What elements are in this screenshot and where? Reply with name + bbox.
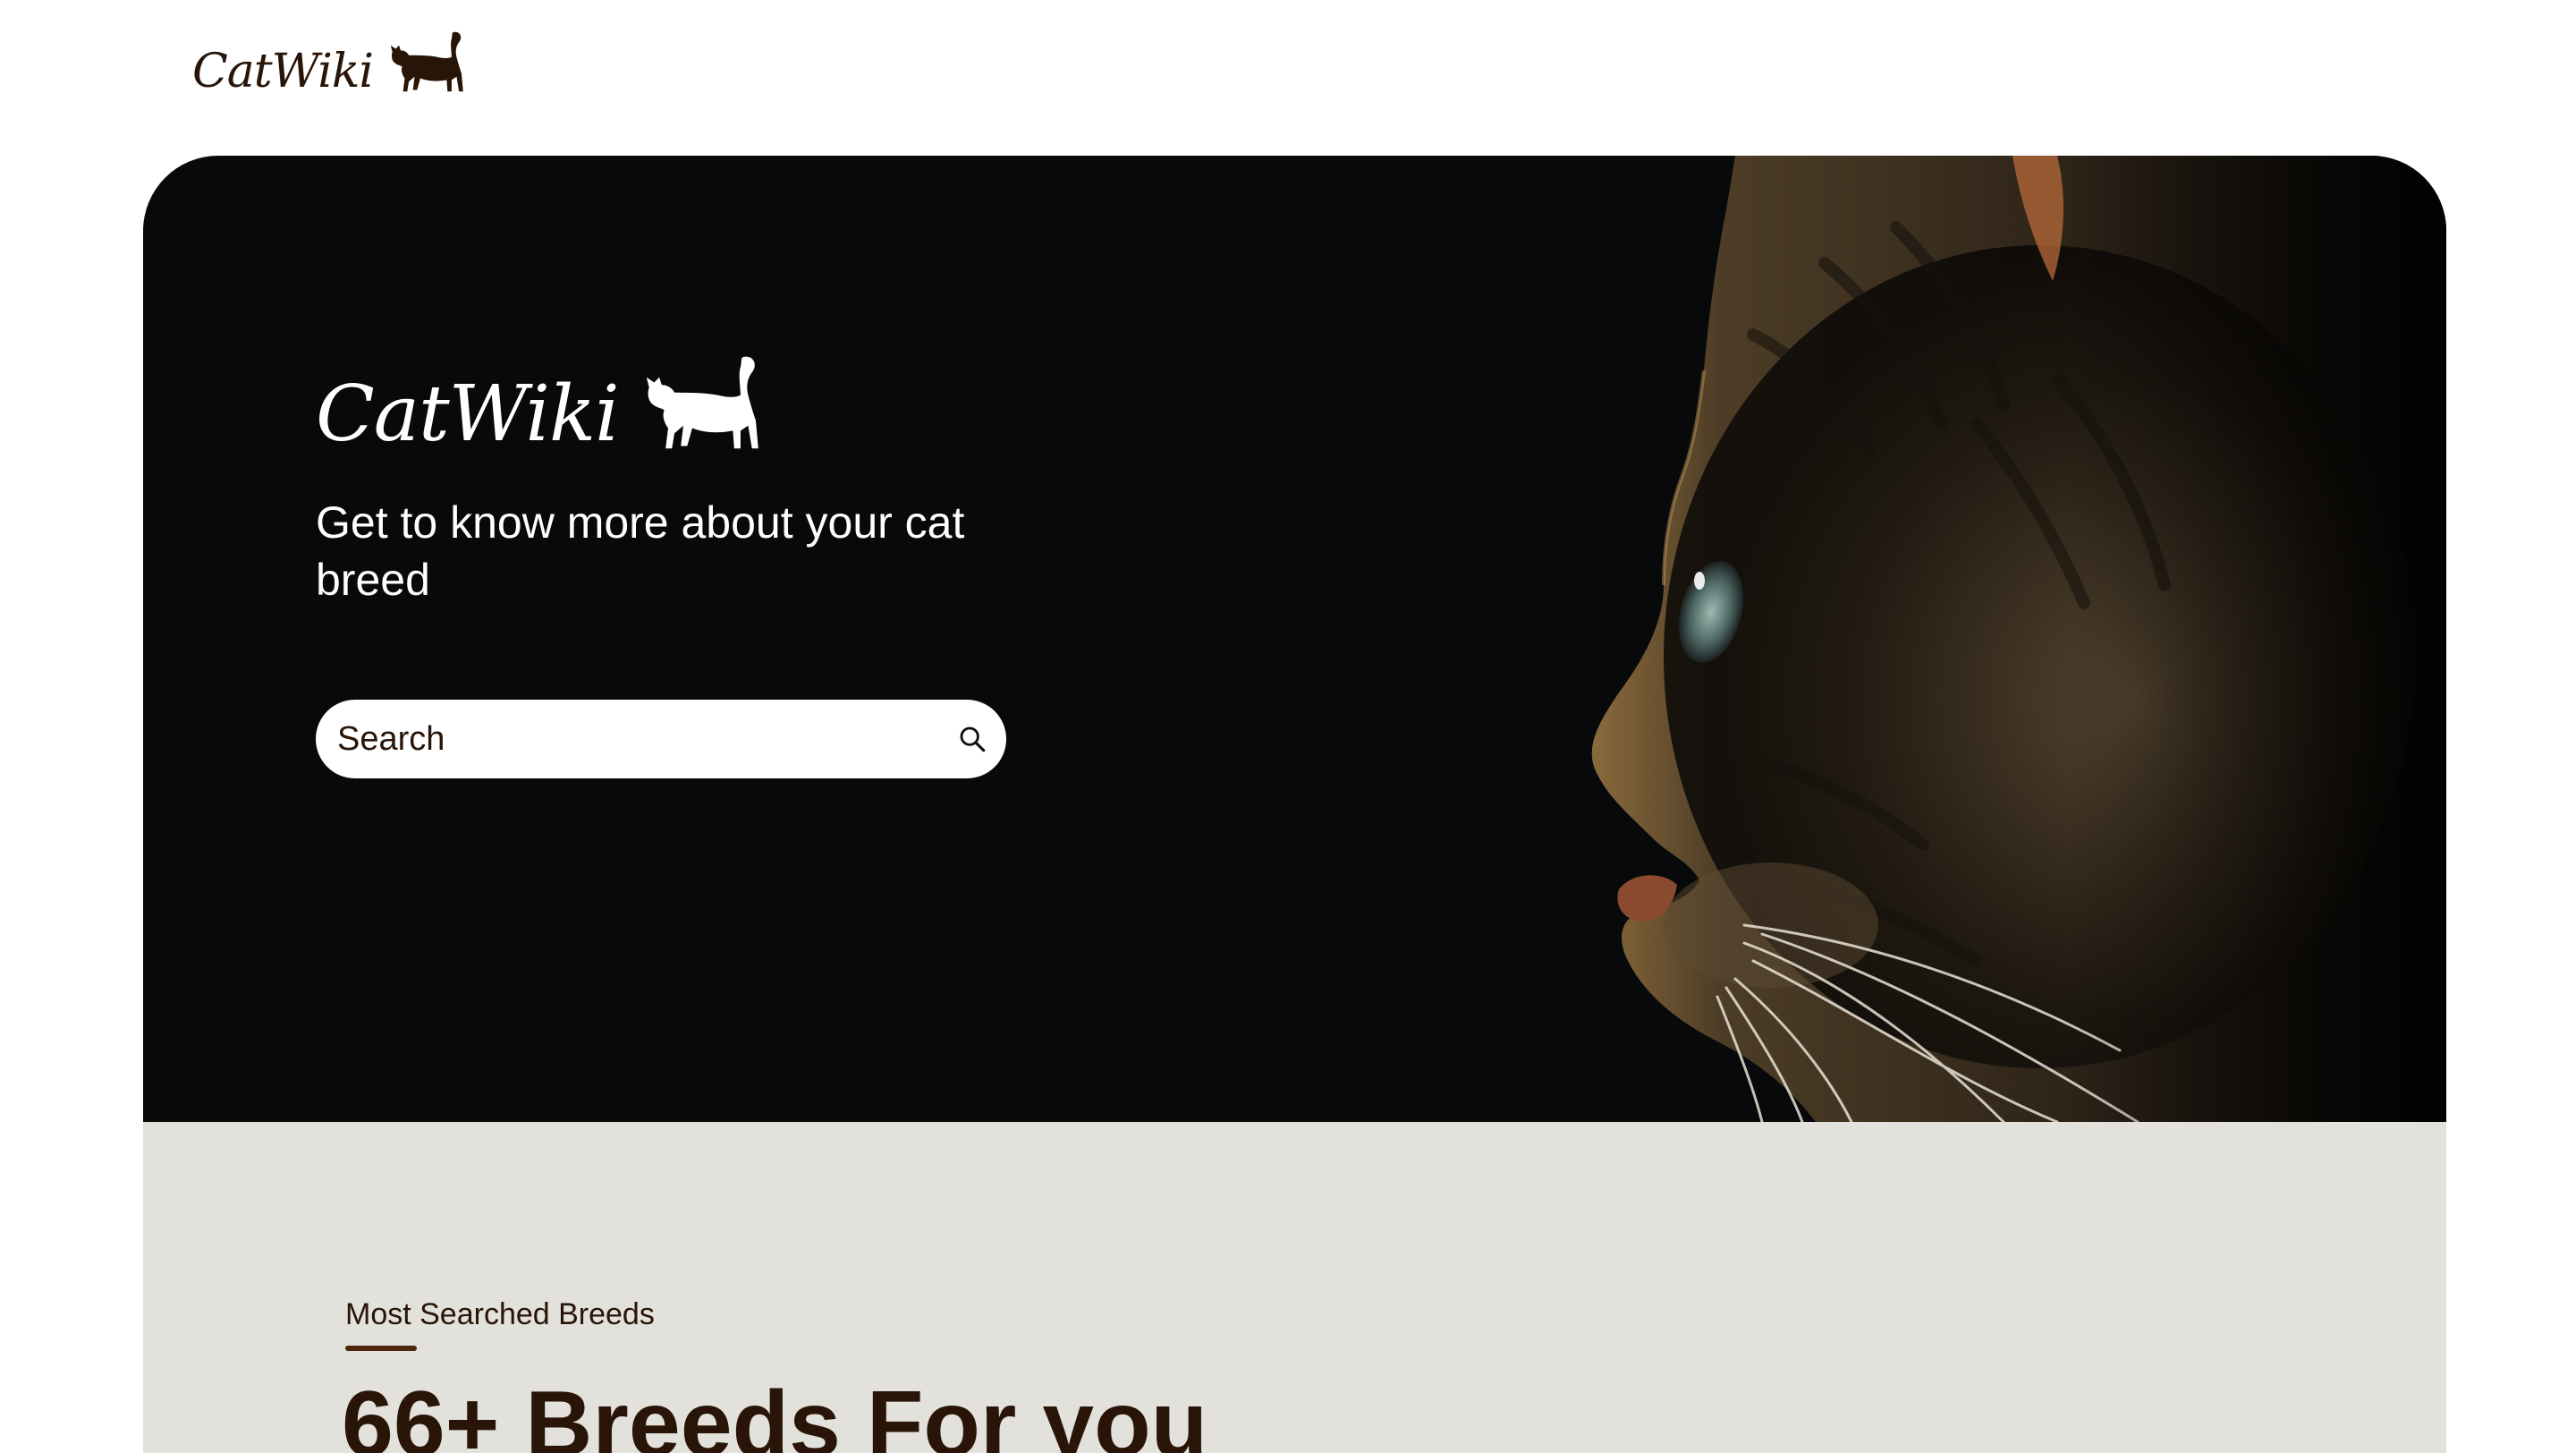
search-bar	[316, 700, 1006, 778]
header-logo-text: CatWiki	[192, 45, 374, 98]
section-heading: 66+ Breeds For you	[342, 1372, 1208, 1453]
search-input[interactable]	[337, 719, 954, 759]
section-label: Most Searched Breeds	[345, 1297, 655, 1331]
cat-photo	[1591, 156, 2446, 1122]
header-logo[interactable]: CatWiki	[192, 18, 471, 98]
search-icon[interactable]	[954, 721, 990, 757]
hero-logo: CatWiki	[316, 353, 771, 458]
cat-icon	[646, 356, 758, 449]
page: CatWiki CatWiki Get to know more about y…	[0, 0, 2576, 1453]
hero-logo-text: CatWiki	[316, 370, 620, 459]
section-underline	[345, 1346, 417, 1351]
hero-tagline: Get to know more about your cat breed	[316, 497, 965, 605]
top-bar: CatWiki	[0, 0, 2576, 156]
breeds-section: Most Searched Breeds 66+ Breeds For you	[143, 1122, 2446, 1453]
hero-banner: CatWiki Get to know more about your cat …	[143, 156, 2446, 1122]
cat-icon	[390, 31, 463, 92]
